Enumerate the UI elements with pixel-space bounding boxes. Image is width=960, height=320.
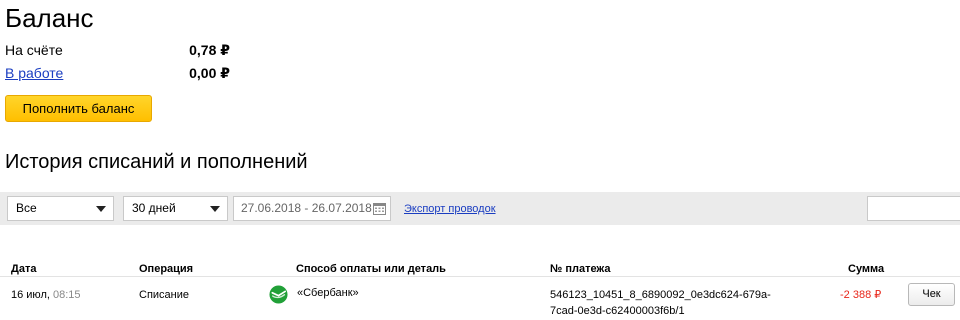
topup-balance-button[interactable]: Пополнить баланс	[5, 95, 152, 122]
row-payment-no-line1: 546123_10451_8_6890092_0e3dc624-679a-	[550, 289, 771, 301]
history-title: История списаний и пополнений	[5, 151, 308, 173]
column-header-date: Дата	[11, 263, 37, 275]
chevron-down-icon	[96, 206, 106, 212]
row-operation: Списание	[139, 289, 189, 301]
column-header-payment-no: № платежа	[550, 263, 611, 275]
in-work-link[interactable]: В работе	[5, 64, 63, 82]
row-date-day: 16 июл,	[11, 289, 50, 301]
page-title: Баланс	[5, 3, 94, 33]
sberbank-logo-icon	[269, 285, 288, 304]
on-account-value: 0,78 ₽	[189, 42, 230, 58]
search-input[interactable]	[867, 196, 960, 221]
column-header-operation: Операция	[139, 263, 194, 275]
operation-type-select[interactable]: Все	[7, 196, 114, 221]
on-account-label: На счёте	[5, 42, 63, 58]
column-header-amount: Сумма	[848, 263, 885, 275]
column-header-method: Способ оплаты или деталь	[296, 263, 446, 275]
row-payment-no-line2: 7cad-0e3d-c62400003f6b/1	[550, 305, 685, 317]
operation-type-value: Все	[16, 201, 37, 215]
row-date: 16 июл, 08:15	[11, 288, 81, 303]
calendar-icon[interactable]	[373, 202, 386, 215]
chevron-down-icon	[210, 206, 220, 212]
date-range-input[interactable]: 27.06.2018 - 26.07.2018	[233, 196, 391, 221]
table-header-divider	[0, 276, 960, 277]
period-value: 30 дней	[132, 201, 176, 215]
receipt-button[interactable]: Чек	[908, 283, 955, 306]
period-select[interactable]: 30 дней	[123, 196, 228, 221]
in-work-value: 0,00 ₽	[189, 65, 230, 81]
export-transactions-link[interactable]: Экспорт проводок	[404, 202, 496, 216]
row-payment-method: «Сбербанк»	[297, 287, 359, 299]
row-date-time: 08:15	[52, 289, 81, 301]
row-amount: -2 388 ₽	[840, 289, 882, 301]
date-range-value: 27.06.2018 - 26.07.2018	[241, 201, 372, 215]
